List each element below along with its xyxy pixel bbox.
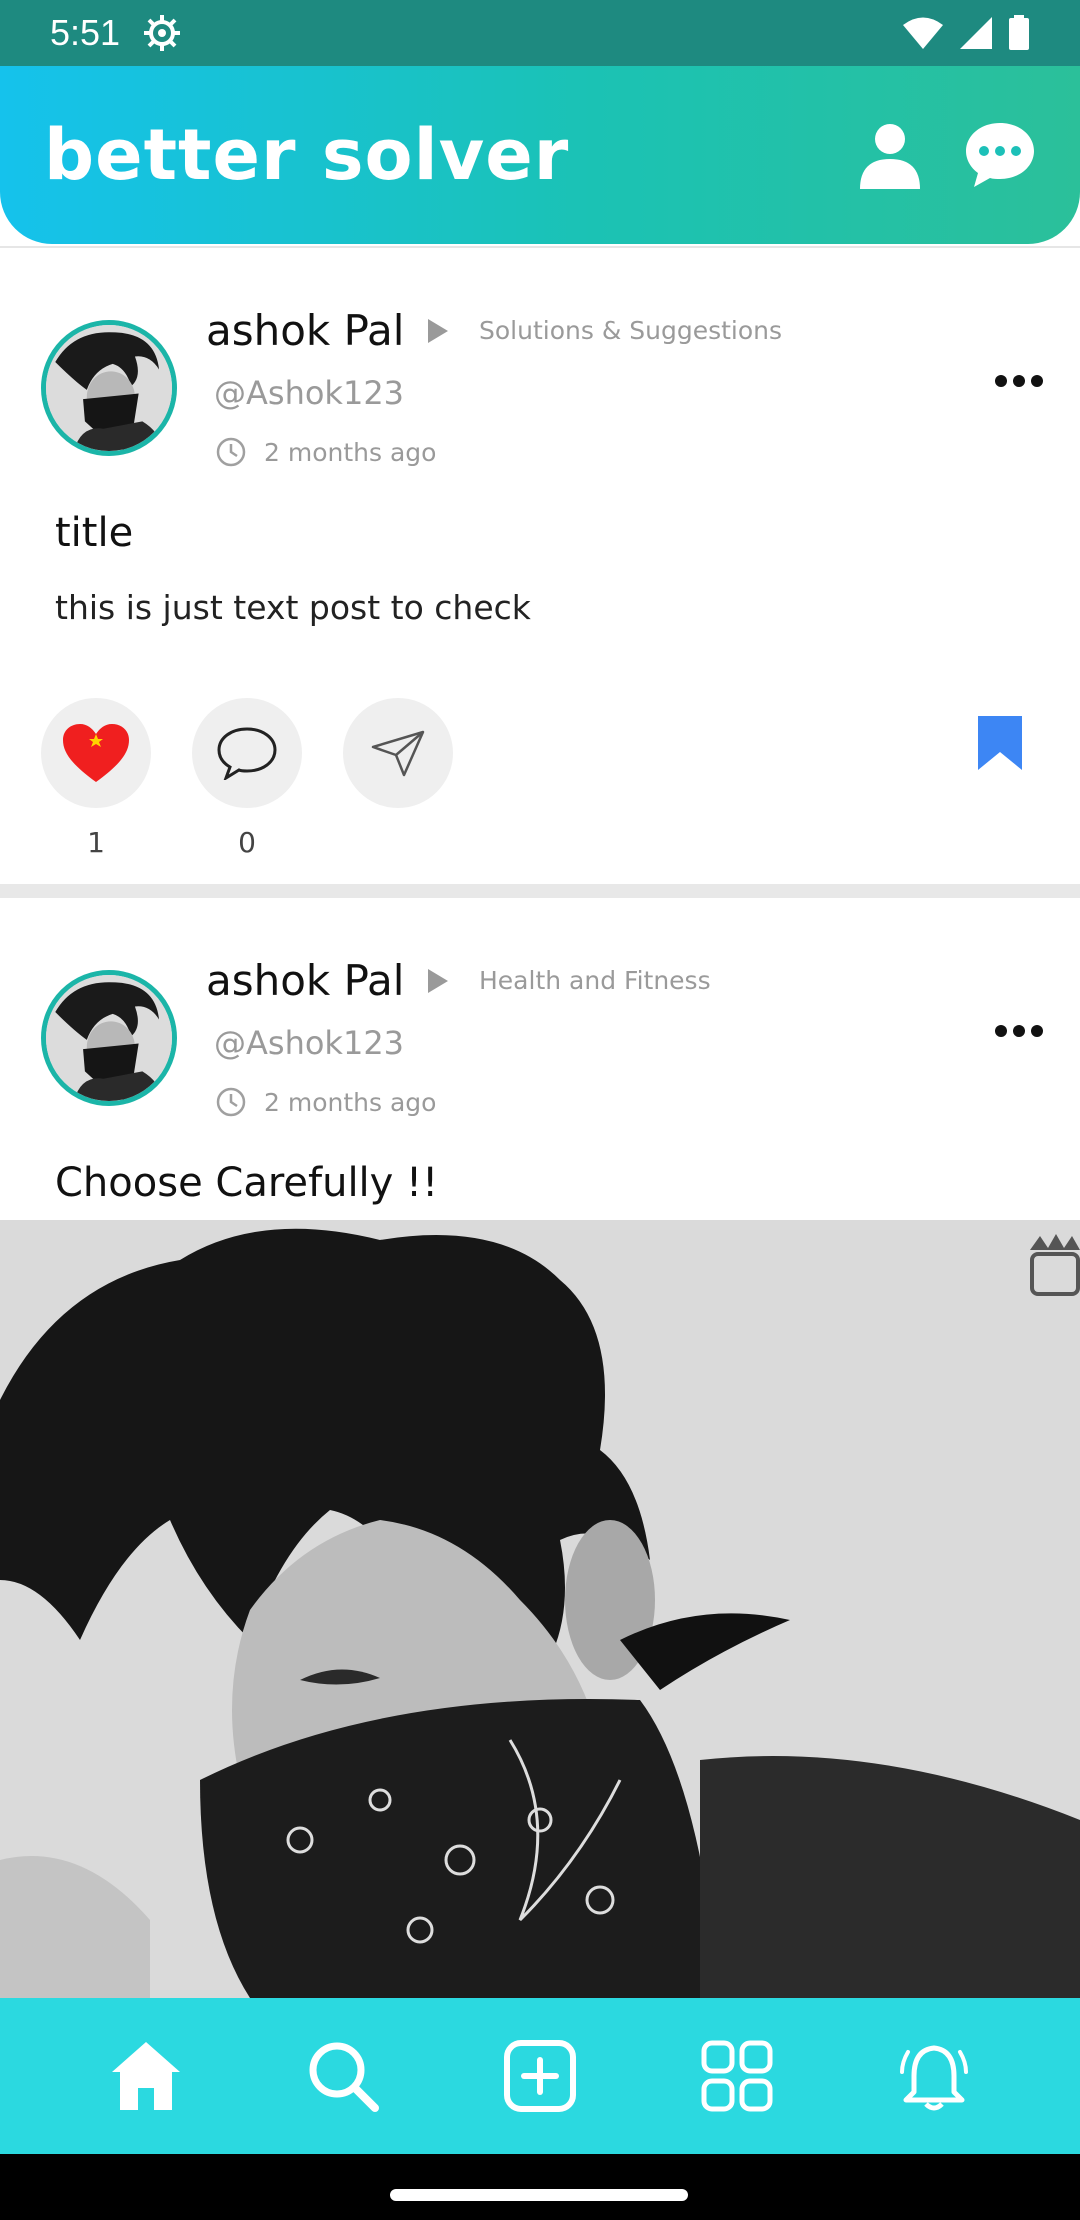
- add-post-icon: [503, 2040, 576, 2112]
- chat-icon[interactable]: [964, 119, 1036, 191]
- status-time: 5:51: [50, 12, 121, 53]
- settings-gear-icon: [144, 15, 181, 51]
- user-handle: @Ashok123: [214, 374, 405, 412]
- profile-icon[interactable]: [854, 119, 926, 191]
- post-image[interactable]: [0, 1220, 1080, 1998]
- nav-categories[interactable]: [697, 2036, 777, 2116]
- more-options-icon[interactable]: [994, 374, 1044, 388]
- send-icon: [371, 730, 425, 777]
- post-separator: [0, 884, 1080, 898]
- like-count: 1: [87, 826, 105, 859]
- app-title: better solver: [44, 114, 570, 196]
- category-label[interactable]: Health and Fitness: [479, 966, 711, 995]
- status-bar: 5:51: [0, 0, 1080, 66]
- user-handle: @Ashok123: [214, 1024, 405, 1062]
- nav-search[interactable]: [303, 2036, 383, 2116]
- category-label[interactable]: Solutions & Suggestions: [479, 316, 782, 345]
- app-header: better solver: [0, 66, 1080, 244]
- screen: 5:51 better solver ashok Pal Solutions &…: [0, 0, 1080, 2220]
- bookmark-icon[interactable]: [976, 714, 1024, 772]
- comment-icon: [217, 727, 277, 780]
- clock-icon: [216, 437, 246, 467]
- avatar[interactable]: [41, 320, 177, 456]
- comment-count: 0: [238, 826, 256, 859]
- gesture-bar: [0, 2154, 1080, 2220]
- avatar[interactable]: [41, 970, 177, 1106]
- user-name[interactable]: ashok Pal: [206, 956, 404, 1005]
- battery-icon: [1009, 15, 1029, 50]
- like-button[interactable]: [41, 698, 151, 808]
- avatar-image: [46, 975, 172, 1101]
- signal-icon: [960, 17, 992, 49]
- clock-icon: [216, 1087, 246, 1117]
- post-title: Choose Carefully !!: [55, 1160, 439, 1206]
- category-arrow-icon: [428, 969, 448, 993]
- post-photo: [0, 1220, 1080, 1998]
- user-name[interactable]: ashok Pal: [206, 306, 404, 355]
- time-ago: 2 months ago: [264, 1088, 437, 1117]
- post-card: ashok Pal Solutions & Suggestions @Ashok…: [0, 248, 1080, 884]
- categories-icon: [701, 2040, 773, 2112]
- time-ago: 2 months ago: [264, 438, 437, 467]
- nav-notifications[interactable]: [894, 2036, 974, 2116]
- share-button[interactable]: [343, 698, 453, 808]
- heart-icon: [63, 724, 129, 782]
- avatar-image: [46, 325, 172, 451]
- search-icon: [309, 2042, 380, 2112]
- wifi-icon: [903, 17, 943, 49]
- more-options-icon[interactable]: [994, 1024, 1044, 1038]
- home-gesture-handle[interactable]: [390, 2189, 688, 2201]
- bottom-nav: [0, 1998, 1080, 2154]
- home-icon: [112, 2042, 181, 2110]
- notifications-icon: [899, 2045, 968, 2111]
- comment-button[interactable]: [192, 698, 302, 808]
- category-arrow-icon: [428, 319, 448, 343]
- nav-home[interactable]: [106, 2036, 186, 2116]
- post-text: this is just text post to check: [55, 588, 531, 627]
- post-title: title: [55, 510, 134, 556]
- nav-add-post[interactable]: [500, 2036, 580, 2116]
